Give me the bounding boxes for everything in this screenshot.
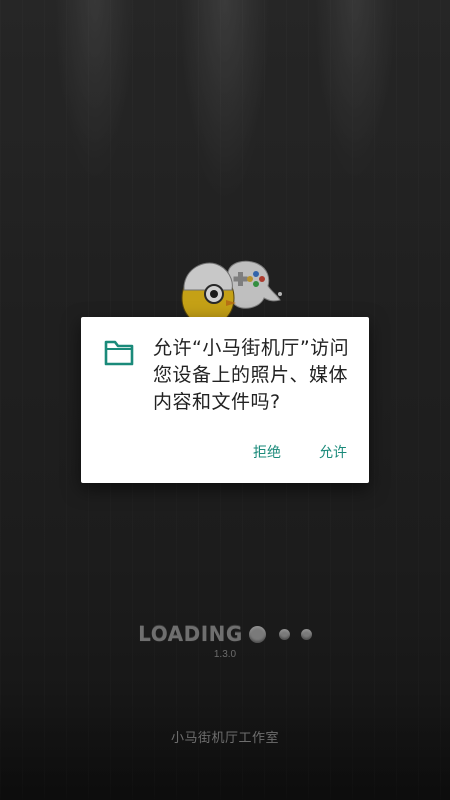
loading-indicator: LOADING 1.3.0 [0,620,450,660]
version-label: 1.3.0 [213,649,237,660]
loading-text: LOADING [138,622,243,646]
permission-dialog: 允许“小马街机厅”访问您设备上的照片、媒体内容和文件吗? 拒绝 允许 [81,317,369,483]
loading-dot-1 [248,625,266,643]
dialog-actions: 拒绝 允许 [253,441,347,463]
loading-dot-2 [278,628,290,640]
loading-dot-3 [300,628,312,640]
studio-credit: 小马街机厅工作室 [170,731,279,746]
deny-button[interactable]: 拒绝 [253,441,281,463]
permission-message: 允许“小马街机厅”访问您设备上的照片、媒体内容和文件吗? [153,337,350,413]
splash-screen: 允许“小马街机厅”访问您设备上的照片、媒体内容和文件吗? 拒绝 允许 LOADI… [0,0,450,800]
folder-icon [103,339,135,367]
allow-button[interactable]: 允许 [319,441,347,463]
